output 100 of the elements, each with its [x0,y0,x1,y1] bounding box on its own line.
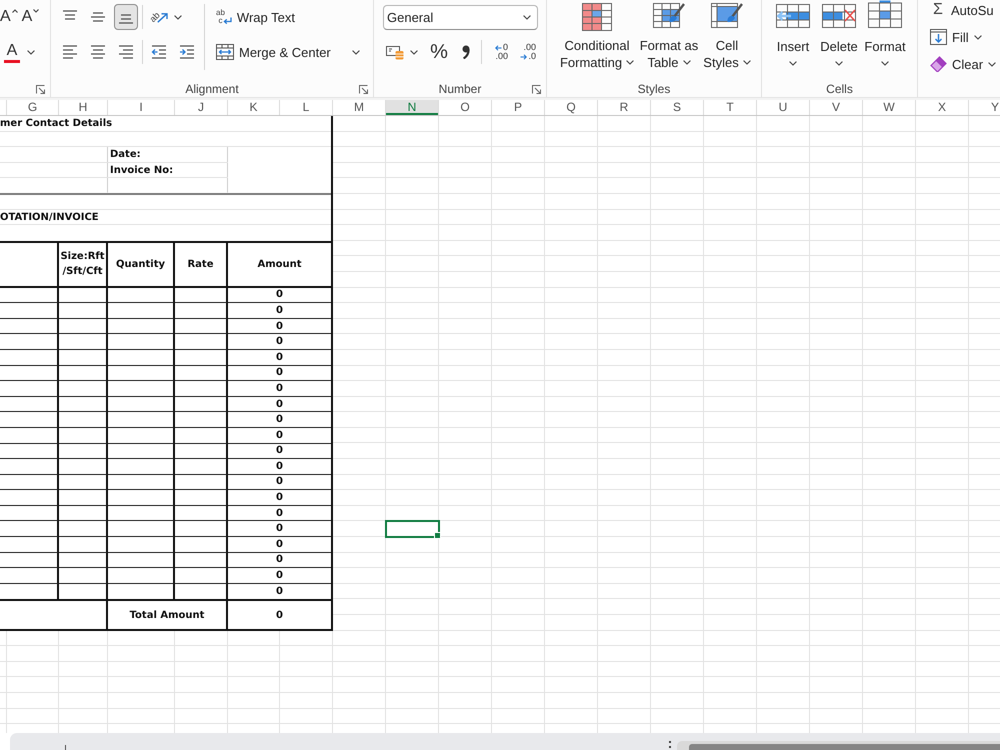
cell-brush-icon [711,3,743,31]
column-header[interactable]: O [439,100,492,115]
empty-cell [175,303,228,319]
horizontal-scrollbar[interactable] [677,741,1000,750]
caret-down-icon [33,9,40,13]
table-brush-icon [653,3,685,31]
column-header[interactable]: H [59,100,108,115]
empty-cell [175,568,228,584]
column-header[interactable]: V [810,100,863,115]
field-label: Invoice No: [109,164,174,178]
empty-cell [108,506,175,522]
chevron-down-icon [682,60,691,65]
empty-cell [59,552,108,568]
amount-cell: 0 [228,318,331,334]
align-bottom-button[interactable] [114,4,138,30]
empty-cell [175,366,228,382]
empty-cell [108,428,175,444]
empty-cell [175,490,228,506]
shrink-font-button[interactable]: A [22,5,40,29]
empty-cell [108,521,175,538]
empty-cell [108,444,175,460]
empty-cell [59,428,108,444]
column-heading: Amount [228,240,331,288]
column-header[interactable]: X [916,100,969,115]
amount-cell: 0 [228,334,331,350]
delete-row-icon [822,4,856,28]
empty-cell [175,444,228,460]
group-label: Alignment [185,82,239,96]
fill-handle[interactable] [434,532,441,539]
column-header[interactable]: J [175,100,228,115]
amount-cell: 0 [228,412,331,428]
dialog-launcher-icon[interactable] [36,84,45,94]
amount-cell: 0 [228,366,331,382]
scrollbar-thumb[interactable] [689,744,1000,750]
dialog-launcher-icon[interactable] [532,84,541,94]
empty-cell [59,303,108,319]
amount-cell: 0 [228,444,331,460]
column-header[interactable]: Q [545,100,598,115]
column-header[interactable]: Y [969,100,1000,115]
chevron-down-icon [742,60,751,65]
orientation-button[interactable]: ab [147,4,186,30]
conditional-formatting-button[interactable]: Conditional Formatting [560,3,634,75]
column-header[interactable]: G [7,100,59,115]
empty-cell [59,366,108,382]
empty-cell [108,334,175,350]
fill-button[interactable]: Fill [930,28,1000,46]
column-header[interactable]: T [704,100,757,115]
empty-cell [59,568,108,584]
column-heading: Size:Rft /Sft/Cft [59,240,108,288]
empty-cell [59,521,108,538]
empty-cell [108,537,175,553]
column-header[interactable]: S [651,100,704,115]
empty-cell [59,490,108,506]
amount-cell: 0 [228,568,331,584]
banknote-coins-icon [386,44,404,60]
merge-center-button[interactable]: Merge & Center [213,39,363,65]
empty-cell [175,537,228,553]
empty-cell [108,459,175,475]
decrease-decimal-button[interactable]: .00 .0 [515,39,537,65]
chevron-down-icon [881,61,889,66]
clear-button[interactable]: Clear [930,55,1000,73]
chevron-down-icon [974,34,982,40]
empty-cell [175,474,228,490]
insert-cells-button[interactable]: Insert [770,2,816,81]
font-color-button[interactable]: A [4,40,35,64]
column-header[interactable]: R [598,100,651,115]
column-header[interactable]: N [386,100,439,115]
wrap-text-button[interactable]: ab c Wrap Text [213,4,363,30]
column-header[interactable]: U [757,100,810,115]
grow-font-button[interactable]: A [0,5,18,29]
format-cells-button[interactable]: Format [862,2,908,81]
empty-cell [175,412,228,428]
column-header[interactable]: P [492,100,545,115]
column-header[interactable]: L [280,100,333,115]
column-header[interactable]: W [863,100,916,115]
amount-cell: 0 [228,521,331,538]
merge-cells-icon [216,44,234,60]
number-format-dropdown[interactable]: General [383,5,538,30]
increase-decimal-button[interactable]: 0 .00 [487,39,509,65]
decrease-indent-icon [151,45,167,59]
column-heading: Quantity [108,240,175,288]
empty-cell [175,552,228,568]
empty-cell [108,366,175,382]
delete-cells-button[interactable]: Delete [816,2,862,81]
active-cell[interactable] [385,520,440,538]
align-left-icon [62,45,78,59]
column-header[interactable]: I [108,100,175,115]
format-as-table-button[interactable]: Format as Table [639,3,699,75]
empty-cell [59,288,108,304]
empty-cell [175,288,228,304]
percent-style-button[interactable]: % [428,39,450,65]
column-header[interactable]: K [228,100,280,115]
amount-cell-text: 0 [275,585,284,600]
empty-cell [108,490,175,506]
dialog-launcher-icon[interactable] [359,84,368,94]
arrow-right-icon [520,54,528,60]
chevron-down-icon [835,61,843,66]
autosum-button[interactable]: Σ AutoSu [930,1,1000,19]
cell-styles-button[interactable]: Cell Styles [702,3,752,75]
insert-row-icon [776,4,810,28]
